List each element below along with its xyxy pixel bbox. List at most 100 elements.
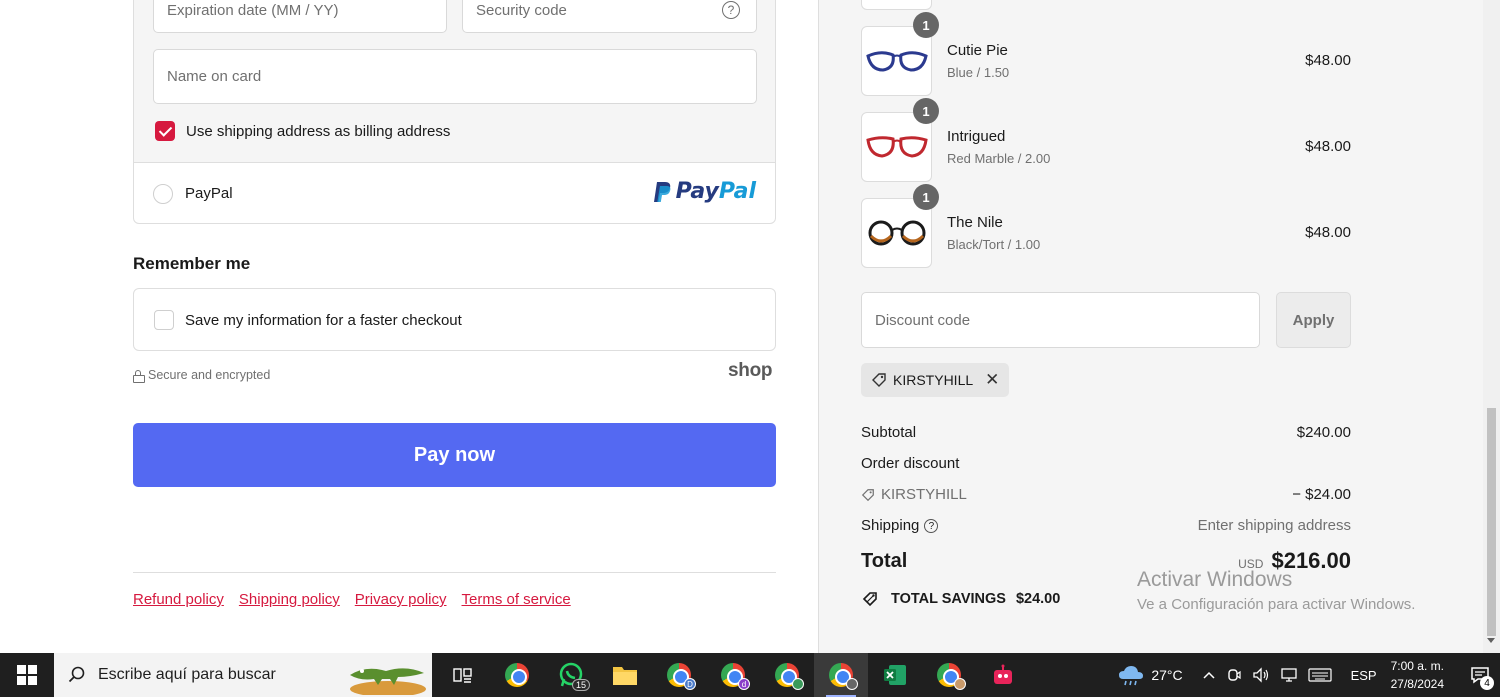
save-info-option[interactable]: Save my information for a faster checkou…	[133, 288, 776, 351]
notifications-button[interactable]: 4	[1460, 666, 1500, 690]
scrollbar[interactable]	[1483, 0, 1500, 653]
volume-icon[interactable]	[1252, 667, 1270, 683]
paypal-logo-pal: Pal	[718, 179, 756, 204]
name-on-card-input[interactable]: Name on card	[153, 49, 757, 104]
search-highlight-image	[350, 668, 426, 695]
discount-value: − $24.00	[1292, 486, 1351, 503]
paypal-logo-pay: Pay	[675, 179, 719, 204]
activate-windows-watermark: Activar Windows Ve a Configuración para …	[1137, 568, 1415, 613]
billing-same-as-shipping[interactable]: Use shipping address as billing address	[155, 121, 450, 141]
keyboard-icon[interactable]	[1307, 668, 1332, 682]
quantity-badge: 1	[913, 98, 939, 124]
network-icon[interactable]	[1280, 667, 1298, 683]
tag-icon	[872, 373, 886, 387]
whatsapp-badge: 15	[571, 679, 590, 691]
paypal-label: PayPal	[185, 185, 233, 202]
shipping-help-icon[interactable]: ?	[924, 519, 939, 534]
expiration-date-placeholder: Expiration date (MM / YY)	[167, 2, 339, 19]
folder-icon	[613, 667, 637, 685]
chrome-profile-button[interactable]	[760, 653, 814, 697]
total-value: $216.00	[1271, 548, 1351, 573]
clock[interactable]: 7:00 a. m. 27/8/2024	[1391, 657, 1444, 693]
task-view-button[interactable]	[436, 653, 490, 697]
secure-notice: Secure and encrypted	[133, 368, 270, 383]
tag-icon	[861, 488, 874, 501]
expiration-date-input[interactable]: Expiration date (MM / YY)	[153, 0, 447, 33]
remove-discount-icon[interactable]: ✕	[985, 370, 999, 390]
input-language[interactable]: ESP	[1351, 668, 1377, 683]
order-discount-row: Order discount	[861, 455, 1351, 472]
product-name: The Nile	[947, 214, 1003, 231]
savings-label: TOTAL SAVINGS	[891, 591, 1006, 607]
scroll-down-arrow-icon[interactable]	[1487, 638, 1495, 643]
total-value-group: USD $216.00	[1238, 548, 1351, 574]
save-info-checkbox[interactable]	[154, 310, 174, 330]
whatsapp-taskbar-button[interactable]: 15	[544, 653, 598, 697]
paypal-radio[interactable]	[153, 184, 173, 204]
product-name: Cutie Pie	[947, 42, 1008, 59]
windows-logo-icon	[17, 665, 37, 685]
cart-item: 1 Intrigued Red Marble / 2.00 $48.00	[861, 98, 1351, 182]
glasses-icon	[865, 51, 928, 72]
pay-now-button[interactable]: Pay now	[133, 423, 776, 487]
privacy-policy-link[interactable]: Privacy policy	[355, 591, 447, 608]
shipping-label-group: Shipping?	[861, 517, 939, 534]
temperature[interactable]: 27°C	[1151, 667, 1182, 683]
robot-app-button[interactable]	[976, 653, 1030, 697]
credit-card-fields: Expiration date (MM / YY) Security code …	[133, 0, 776, 162]
meet-now-icon[interactable]	[1226, 667, 1242, 683]
security-code-input[interactable]: Security code ?	[462, 0, 757, 33]
policy-links: Refund policy Shipping policy Privacy po…	[133, 591, 571, 608]
save-info-label: Save my information for a faster checkou…	[185, 312, 462, 329]
product-price: $48.00	[1305, 224, 1351, 241]
chrome-active-button[interactable]	[814, 653, 868, 697]
cart-item: 1 The Nile Black/Tort / 1.00 $48.00	[861, 184, 1351, 268]
chrome-profile-d-button[interactable]: D	[652, 653, 706, 697]
scrollbar-thumb[interactable]	[1487, 408, 1496, 636]
discount-code-placeholder: Discount code	[875, 311, 971, 329]
discount-code-input[interactable]: Discount code	[861, 292, 1260, 348]
glasses-icon	[868, 220, 925, 246]
chrome-icon	[505, 663, 529, 687]
notification-count: 4	[1480, 676, 1494, 690]
profile-avatar	[792, 678, 804, 690]
chevron-up-icon[interactable]	[1202, 670, 1216, 680]
total-label: Total	[861, 549, 908, 572]
quantity-badge: 1	[913, 12, 939, 38]
windows-taskbar: Escribe aquí para buscar 15 D d 27°C ESP…	[0, 653, 1500, 697]
previous-item-thumbnail	[861, 0, 932, 10]
profile-avatar	[954, 678, 966, 690]
excel-button[interactable]	[868, 653, 922, 697]
refund-policy-link[interactable]: Refund policy	[133, 591, 224, 608]
weather-icon[interactable]	[1117, 663, 1145, 687]
total-row: Total USD $216.00	[861, 548, 1351, 574]
task-view-icon	[453, 668, 472, 683]
subtotal-value: $240.00	[1296, 424, 1351, 441]
shipping-policy-link[interactable]: Shipping policy	[239, 591, 340, 608]
apply-button[interactable]: Apply	[1276, 292, 1351, 348]
checkout-form-column: Expiration date (MM / YY) Security code …	[0, 0, 818, 653]
search-icon	[68, 666, 85, 683]
system-tray: 27°C ESP 7:00 a. m. 27/8/2024 4	[1117, 653, 1500, 697]
start-button[interactable]	[0, 653, 54, 697]
savings-tag-icon	[862, 592, 877, 607]
paypal-option[interactable]: PayPal Pay Pal	[133, 162, 776, 224]
billing-checkbox[interactable]	[155, 121, 175, 141]
order-summary-column: 1 Cutie Pie Blue / 1.50 $48.00 1 Intrigu…	[818, 0, 1500, 653]
discount-code-row: KIRSTYHILL − $24.00	[861, 486, 1351, 503]
taskbar-apps: 15 D d	[436, 653, 1030, 697]
chrome-profile-photo-button[interactable]	[922, 653, 976, 697]
discount-code-line: KIRSTYHILL	[861, 486, 967, 503]
chrome-profile-d2-button[interactable]: d	[706, 653, 760, 697]
product-price: $48.00	[1305, 138, 1351, 155]
total-currency: USD	[1238, 557, 1264, 571]
billing-checkbox-label: Use shipping address as billing address	[186, 122, 451, 140]
shop-logo: shop	[728, 360, 773, 381]
taskbar-search[interactable]: Escribe aquí para buscar	[54, 653, 432, 697]
terms-of-service-link[interactable]: Terms of service	[462, 591, 571, 608]
file-explorer-button[interactable]	[598, 653, 652, 697]
help-icon[interactable]: ?	[722, 1, 740, 19]
chrome-taskbar-button[interactable]	[490, 653, 544, 697]
total-savings: TOTAL SAVINGS $24.00	[861, 590, 1060, 608]
subtotal-row: Subtotal $240.00	[861, 424, 1351, 441]
